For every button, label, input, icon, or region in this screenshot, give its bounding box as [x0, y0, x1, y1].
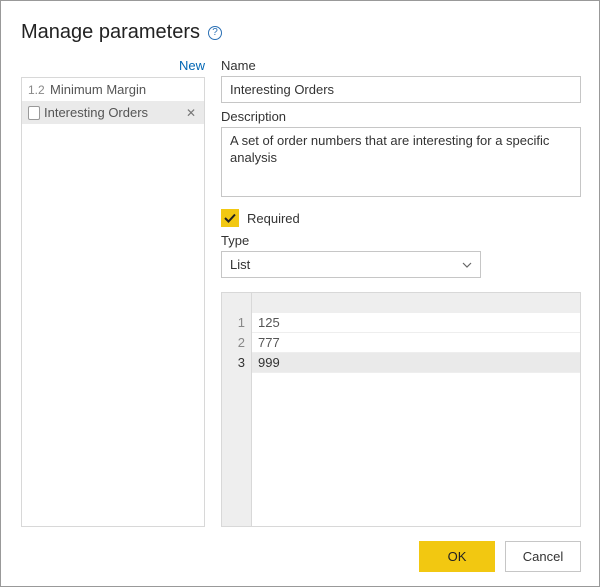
- dialog-title: Manage parameters: [21, 21, 200, 44]
- grid-row-number: 1: [222, 313, 252, 333]
- parameter-item-minimum-margin[interactable]: 1.2 Minimum Margin: [22, 78, 204, 101]
- grid-row[interactable]: 2 777: [222, 333, 580, 353]
- grid-row-number: 2: [222, 333, 252, 353]
- ok-button[interactable]: OK: [419, 541, 495, 572]
- required-label: Required: [247, 211, 300, 226]
- description-label: Description: [221, 109, 581, 124]
- parameter-type-badge: 1.2: [28, 83, 46, 97]
- type-select[interactable]: List: [221, 251, 481, 278]
- cancel-button[interactable]: Cancel: [505, 541, 581, 572]
- grid-row-number: 3: [222, 353, 252, 373]
- name-label: Name: [221, 58, 581, 73]
- description-input[interactable]: [221, 127, 581, 197]
- grid-cell-value[interactable]: 777: [252, 333, 580, 353]
- required-checkbox[interactable]: [221, 209, 239, 227]
- parameter-item-label: Minimum Margin: [50, 82, 198, 97]
- grid-empty-area: [222, 373, 580, 526]
- type-label: Type: [221, 233, 581, 248]
- name-input[interactable]: [221, 76, 581, 103]
- grid-cell-value[interactable]: 125: [252, 313, 580, 333]
- help-icon[interactable]: ?: [208, 26, 222, 40]
- grid-row[interactable]: 1 125: [222, 313, 580, 333]
- parameter-list: 1.2 Minimum Margin Interesting Orders ✕: [21, 77, 205, 527]
- parameter-item-label: Interesting Orders: [44, 105, 180, 120]
- grid-cell-value[interactable]: 999: [252, 353, 580, 373]
- new-parameter-link[interactable]: New: [179, 58, 205, 73]
- list-icon: [28, 106, 40, 120]
- grid-row[interactable]: 3 999: [222, 353, 580, 373]
- delete-parameter-icon[interactable]: ✕: [184, 106, 198, 120]
- parameter-item-interesting-orders[interactable]: Interesting Orders ✕: [22, 101, 204, 124]
- check-icon: [224, 212, 236, 224]
- list-values-grid[interactable]: 1 125 2 777 3 999: [221, 292, 581, 527]
